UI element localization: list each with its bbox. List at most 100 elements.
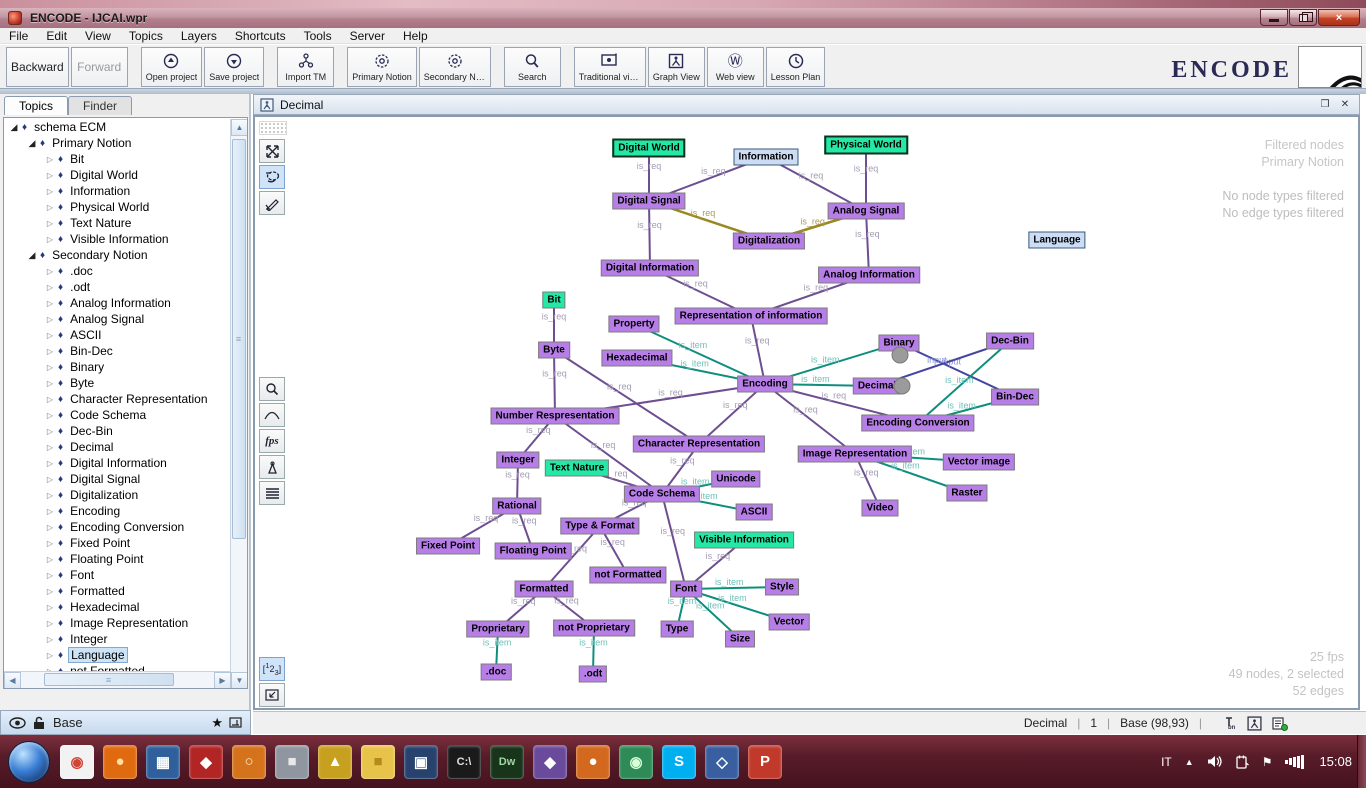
graph-node-ascii[interactable]: ASCII — [736, 504, 773, 521]
tree-item-information[interactable]: ▷♦Information — [4, 183, 230, 199]
edit-pen-button[interactable] — [259, 191, 285, 215]
lesson-plan-button[interactable]: Lesson Plan — [766, 47, 826, 87]
tree-item-text-nature[interactable]: ▷♦Text Nature — [4, 215, 230, 231]
taskbar-cmd[interactable]: C:\ — [447, 745, 481, 779]
expand-arrow-icon[interactable]: ▷ — [44, 155, 56, 164]
zoom-button[interactable] — [259, 377, 285, 401]
tree-item-image-representation[interactable]: ▷♦Image Representation — [4, 615, 230, 631]
forward-button[interactable]: Forward — [71, 47, 128, 87]
power-plug-icon[interactable] — [1235, 755, 1249, 769]
graph-viewport[interactable]: fps[123] Filtered nodes Primary Notion N… — [253, 115, 1360, 710]
tree-item-font[interactable]: ▷♦Font — [4, 567, 230, 583]
graph-node-raster[interactable]: Raster — [946, 485, 987, 502]
collapse-arrow-icon[interactable]: ◢ — [8, 122, 20, 133]
open-project-button[interactable]: Open project — [141, 47, 203, 87]
menu-file[interactable]: File — [0, 29, 37, 43]
graph-view-button[interactable]: Graph View — [648, 47, 705, 87]
fit-view-button[interactable] — [259, 139, 285, 163]
graph-node-size[interactable]: Size — [725, 631, 755, 648]
graph-node-digital-world[interactable]: Digital World — [612, 139, 685, 158]
expand-arrow-icon[interactable]: ▷ — [44, 459, 56, 468]
tree-item-binary[interactable]: ▷♦Binary — [4, 359, 230, 375]
taskbar-app-grid[interactable]: ▦ — [146, 745, 180, 779]
canvas-maximize-button[interactable]: ❒ — [1317, 97, 1333, 112]
graph-node-style[interactable]: Style — [765, 579, 799, 596]
expand-arrow-icon[interactable]: ▷ — [44, 331, 56, 340]
tree-item-encoding[interactable]: ▷♦Encoding — [4, 503, 230, 519]
taskbar-app-yellow[interactable]: ▲ — [318, 745, 352, 779]
graph-node-rep-info[interactable]: Representation of information — [675, 308, 828, 325]
network-signal-icon[interactable] — [1285, 755, 1305, 769]
tree-item--odt[interactable]: ▷♦.odt — [4, 279, 230, 295]
status-graph-icon[interactable] — [1247, 716, 1262, 731]
taskbar-browser-orange[interactable]: ● — [103, 745, 137, 779]
expand-arrow-icon[interactable]: ▷ — [44, 411, 56, 420]
graph-node-analog-information[interactable]: Analog Information — [818, 267, 920, 284]
minimize-button[interactable] — [1260, 9, 1288, 26]
backward-button[interactable]: Backward — [6, 47, 69, 87]
graph-node-type[interactable]: Type — [661, 621, 694, 638]
menu-view[interactable]: View — [76, 29, 120, 43]
taskbar-dreamweaver[interactable]: Dw — [490, 745, 524, 779]
tree-item-schema-ecm[interactable]: ◢♦schema ECM — [4, 119, 230, 135]
expand-arrow-icon[interactable]: ▷ — [44, 203, 56, 212]
taskbar-app-orange2[interactable]: ● — [576, 745, 610, 779]
taskbar-app-gray[interactable]: ■ — [275, 745, 309, 779]
tree-item-digital-information[interactable]: ▷♦Digital Information — [4, 455, 230, 471]
graph-edge-analog-signal-analog-information[interactable] — [866, 211, 869, 275]
graph-edge-digital-signal-digital-information[interactable] — [649, 201, 650, 268]
expand-arrow-icon[interactable]: ▷ — [44, 395, 56, 404]
volume-icon[interactable] — [1207, 755, 1222, 768]
graph-edge-number-rep-code-schema[interactable] — [555, 416, 662, 494]
start-button[interactable] — [8, 741, 50, 783]
expand-arrow-icon[interactable]: ▷ — [44, 523, 56, 532]
tree-item-analog-information[interactable]: ▷♦Analog Information — [4, 295, 230, 311]
expand-arrow-icon[interactable]: ▷ — [44, 443, 56, 452]
menu-server[interactable]: Server — [341, 29, 394, 43]
expand-arrow-icon[interactable]: ▷ — [44, 187, 56, 196]
layer-name[interactable]: Base — [53, 715, 211, 730]
tree-item-floating-point[interactable]: ▷♦Floating Point — [4, 551, 230, 567]
graph-node-unicode[interactable]: Unicode — [711, 471, 760, 488]
tree-item-dec-bin[interactable]: ▷♦Dec-Bin — [4, 423, 230, 439]
tree-item-encoding-conversion[interactable]: ▷♦Encoding Conversion — [4, 519, 230, 535]
expand-arrow-icon[interactable]: ▷ — [44, 315, 56, 324]
graph-node-digitalization[interactable]: Digitalization — [733, 233, 805, 250]
graph-node-fixed-point[interactable]: Fixed Point — [416, 538, 480, 555]
expand-arrow-icon[interactable]: ▷ — [44, 619, 56, 628]
menu-topics[interactable]: Topics — [120, 29, 172, 43]
expand-arrow-icon[interactable]: ▷ — [44, 363, 56, 372]
expand-arrow-icon[interactable]: ▷ — [44, 587, 56, 596]
save-project-button[interactable]: Save project — [204, 47, 264, 87]
menu-edit[interactable]: Edit — [37, 29, 76, 43]
graph-node-char-rep[interactable]: Character Representation — [633, 436, 765, 453]
tree-item-byte[interactable]: ▷♦Byte — [4, 375, 230, 391]
tree-item-bit[interactable]: ▷♦Bit — [4, 151, 230, 167]
taskbar-firefox[interactable]: ○ — [232, 745, 266, 779]
scroll-right-button[interactable]: ▶ — [214, 672, 231, 689]
expand-arrow-icon[interactable]: ▷ — [44, 555, 56, 564]
import-tm-button[interactable]: Import TM — [277, 47, 334, 87]
graph-edge-byte-number-rep[interactable] — [554, 350, 555, 416]
lasso-select-button[interactable] — [259, 165, 285, 189]
graph-node-rational[interactable]: Rational — [492, 498, 541, 515]
horizontal-scroll-thumb[interactable]: ≡ — [44, 673, 174, 686]
close-button[interactable]: × — [1318, 9, 1360, 26]
tree-item-hexadecimal[interactable]: ▷♦Hexadecimal — [4, 599, 230, 615]
graph-node-language[interactable]: Language — [1028, 232, 1085, 249]
graph-node-code-schema[interactable]: Code Schema — [624, 486, 700, 503]
vertical-scroll-thumb[interactable]: ≡ — [232, 139, 246, 539]
taskbar-skype[interactable]: S — [662, 745, 696, 779]
tree-item-digitalization[interactable]: ▷♦Digitalization — [4, 487, 230, 503]
collapse-arrow-icon[interactable]: ◢ — [26, 138, 38, 149]
language-indicator[interactable]: IT — [1161, 755, 1172, 769]
expand-arrow-icon[interactable]: ▷ — [44, 171, 56, 180]
tree-vertical-scrollbar[interactable]: ▲ ≡ ▼ — [230, 119, 247, 689]
spring-button[interactable] — [259, 481, 285, 505]
menu-tools[interactable]: Tools — [295, 29, 341, 43]
graph-node-encoding[interactable]: Encoding — [737, 376, 793, 393]
search-button[interactable]: Search — [504, 47, 561, 87]
tree-item-secondary-notion[interactable]: ◢♦Secondary Notion — [4, 247, 230, 263]
expand-arrow-icon[interactable]: ▷ — [44, 475, 56, 484]
pointer-button[interactable] — [259, 683, 285, 707]
